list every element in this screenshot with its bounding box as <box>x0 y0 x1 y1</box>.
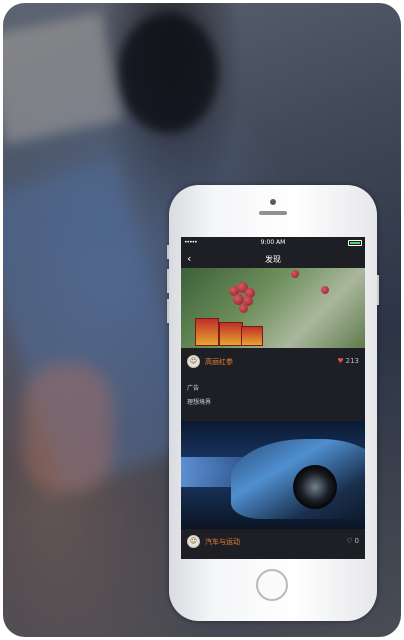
heart-filled-icon[interactable]: ♥ <box>337 357 343 365</box>
ad-label: 广告 <box>187 385 200 392</box>
heart-outline-icon[interactable]: ♡ <box>346 537 352 545</box>
phone-side-button <box>167 269 169 293</box>
berry-shape <box>239 304 248 313</box>
page-title: 发现 <box>265 255 281 264</box>
sports-car-image[interactable] <box>181 421 365 529</box>
berry-shape <box>321 286 329 294</box>
battery-icon <box>348 240 362 246</box>
card-author-name[interactable]: 汽车与运动 <box>205 537 240 547</box>
phone-side-button <box>377 275 379 305</box>
product-box <box>219 322 243 346</box>
berry-shape <box>291 270 299 278</box>
promo-background: ••••• 9:00 AM ‹ 发现 ☺ 高丽红参 ♥ 213 广告 理想境界 … <box>3 3 401 637</box>
product-box <box>241 326 263 346</box>
user-avatar-icon[interactable]: ☺ <box>187 355 200 368</box>
status-time: 9:00 AM <box>260 239 286 246</box>
ginseng-product-image[interactable] <box>181 268 365 348</box>
phone-side-button <box>167 245 169 259</box>
like-count[interactable]: ♡ 0 <box>346 537 359 545</box>
like-count-value: 0 <box>354 537 359 545</box>
background-blur-shape <box>118 13 218 133</box>
card-header-2[interactable]: ☺ 汽车与运动 ♡ 0 <box>181 531 365 553</box>
phone-screen: ••••• 9:00 AM ‹ 发现 ☺ 高丽红参 ♥ 213 广告 理想境界 … <box>181 237 365 559</box>
background-blur-shape <box>23 363 113 493</box>
card-author-name[interactable]: 高丽红参 <box>205 357 233 367</box>
background-blur-shape <box>3 11 124 145</box>
camera-icon <box>270 199 276 205</box>
product-box <box>195 318 219 346</box>
card-header-1[interactable]: ☺ 高丽红参 ♥ 213 <box>181 351 365 373</box>
home-button[interactable] <box>256 569 288 601</box>
user-avatar-icon[interactable]: ☺ <box>187 535 200 548</box>
like-count[interactable]: ♥ 213 <box>337 357 359 365</box>
phone-mockup: ••••• 9:00 AM ‹ 发现 ☺ 高丽红参 ♥ 213 广告 理想境界 … <box>167 185 379 621</box>
phone-side-button <box>167 299 169 323</box>
ad-subtitle: 理想境界 <box>187 399 212 406</box>
car-wheel <box>293 465 337 509</box>
like-count-value: 213 <box>345 357 359 365</box>
status-bar: ••••• 9:00 AM <box>181 237 365 249</box>
speaker-grille <box>259 211 287 215</box>
